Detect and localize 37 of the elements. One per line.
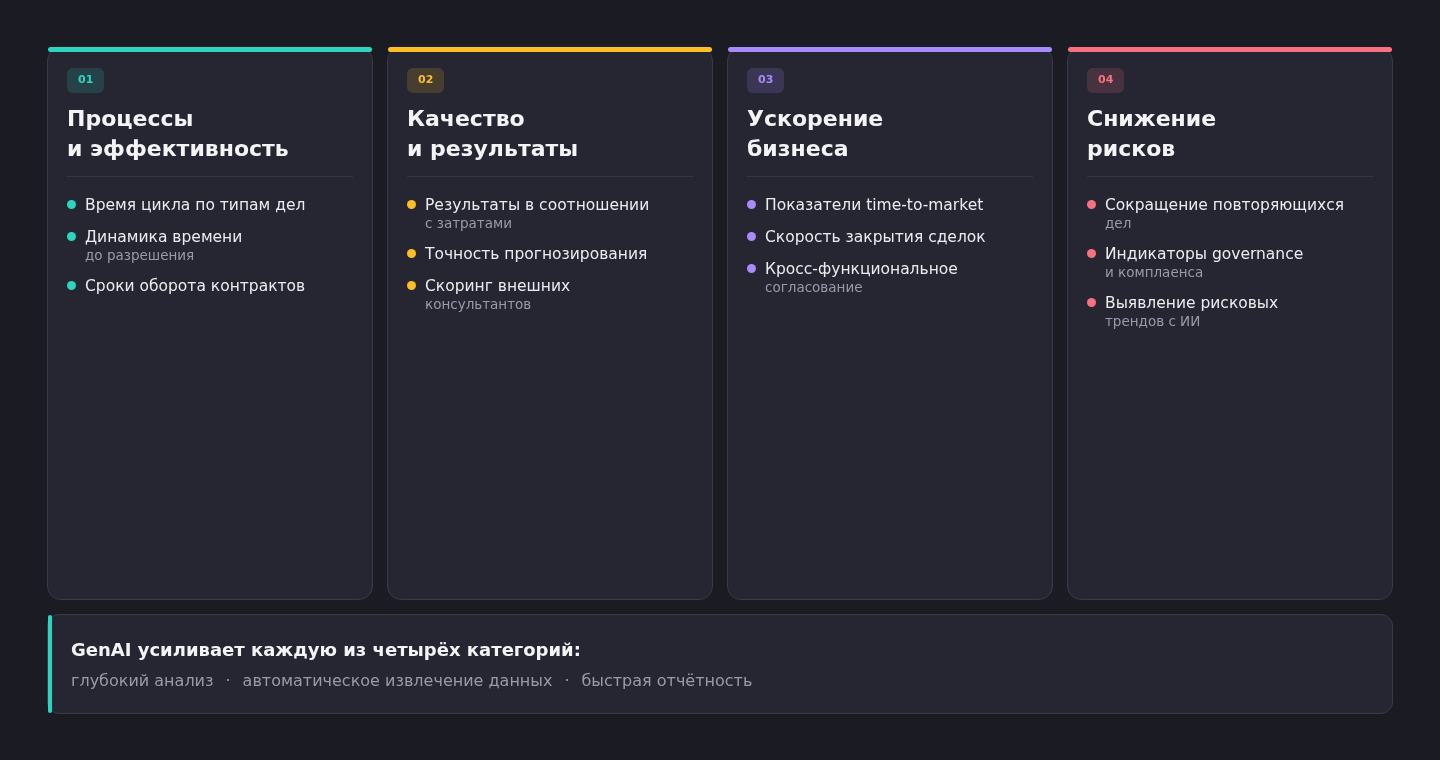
metric-note: дел	[1105, 214, 1133, 232]
card-title-line: и результаты	[407, 134, 580, 163]
capability-text: быстрая отчётность	[581, 669, 753, 692]
metric-label: Показатели time-to-market	[765, 194, 984, 215]
metric-label: Выявление рисковых	[1105, 292, 1279, 313]
metric-note: с затратами	[425, 214, 513, 232]
number-badge: 01	[67, 68, 105, 93]
card-title-line: рисков	[1087, 134, 1177, 163]
separator-dot: ·	[564, 669, 570, 692]
card-title-line: Снижение	[1087, 104, 1218, 133]
separator-dot: ·	[225, 669, 231, 692]
metric-note: до разрешения	[85, 246, 196, 264]
metric-note: и комплаенса	[1105, 263, 1205, 281]
number-badge: 02	[407, 68, 445, 93]
metric-label: Точность прогнозирования	[425, 243, 648, 264]
metric-label: Индикаторы governance	[1105, 243, 1304, 264]
card-title-line: и эффективность	[67, 134, 290, 163]
metric-label: Время цикла по типам дел	[85, 194, 306, 215]
number-badge: 03	[747, 68, 785, 93]
metric-label: Сокращение повторяющихся	[1105, 194, 1344, 215]
metric-note: согласование	[765, 278, 864, 296]
capability-text: глубокий анализ	[71, 669, 214, 692]
metric-label: Кросс-функциональное	[765, 258, 958, 279]
metric-label: Сроки оборота контрактов	[85, 275, 306, 296]
card-title-line: Ускорение	[747, 104, 885, 133]
metric-label: Динамика времени	[85, 226, 243, 247]
summary-headline: GenAI усиливает каждую из четырёх категорий:	[71, 637, 582, 662]
capability-text: автоматическое извлечение данных	[242, 669, 553, 692]
card-title-line: Качество	[407, 104, 526, 133]
card-title-line: бизнеса	[747, 134, 850, 163]
metric-label: Скоринг внешних	[425, 275, 571, 296]
number-badge: 04	[1087, 68, 1125, 93]
card-title-line: Процессы	[67, 104, 195, 133]
metric-note: консультантов	[425, 295, 533, 313]
metric-label: Результаты в соотношении	[425, 194, 650, 215]
metric-note: трендов с ИИ	[1105, 312, 1202, 330]
metric-label: Скорость закрытия сделок	[765, 226, 986, 247]
